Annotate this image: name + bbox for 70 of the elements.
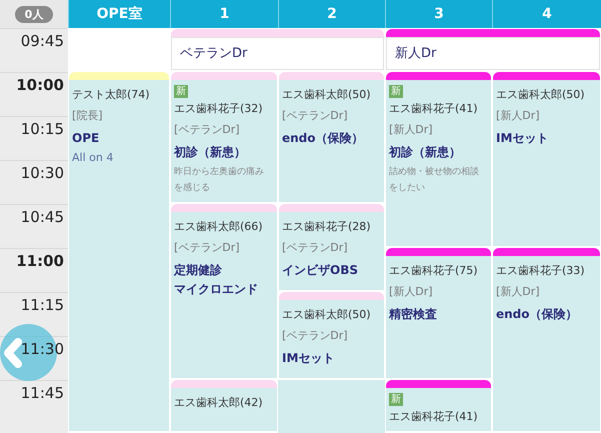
- appointment-card[interactable]: エス歯科太郎(50) [新人Dr] IMセット: [493, 80, 600, 246]
- patient-name: エス歯科花子(32): [174, 101, 263, 117]
- doctor-name: ベテランDr: [180, 44, 248, 63]
- appointment-card[interactable]: エス歯科花子(33) [新人Dr] endo（保険）: [493, 256, 600, 431]
- doctor-label: [新人Dr]: [389, 284, 433, 300]
- appointment-card[interactable]: エス歯科太郎(50) [ベテランDr] endo（保険）: [279, 80, 384, 202]
- patient-name: エス歯科花子(75): [389, 263, 478, 279]
- appointment-card[interactable]: エス歯科花子(28) [ベテランDr] インビザOBS: [279, 212, 384, 290]
- doctor-label: [新人Dr]: [496, 284, 540, 300]
- staff-count-pill: 0人: [14, 6, 54, 22]
- new-badge: 新: [389, 85, 403, 98]
- appointment-card[interactable]: 新 エス歯科花子(41): [386, 388, 491, 431]
- new-badge: 新: [389, 393, 403, 406]
- chevron-left-icon: [4, 338, 22, 368]
- time-label: 10:30: [20, 163, 64, 184]
- doctor-label: [新人Dr]: [496, 108, 540, 124]
- time-label: 11:45: [20, 383, 64, 404]
- patient-name: エス歯科花子(41): [389, 409, 478, 425]
- time-label: 11:15: [20, 295, 64, 316]
- patient-name: エス歯科花子(33): [496, 263, 585, 279]
- treatment-label: OPE: [72, 130, 100, 147]
- memo-text: 昨日から左奥歯の痛みを感じる: [174, 166, 265, 195]
- treatment-label: 精密検査: [389, 306, 437, 323]
- appointment-card[interactable]: エス歯科太郎(66) [ベテランDr] 定期健診 マイクロエンド: [171, 212, 277, 378]
- appointment-card[interactable]: エス歯科太郎(42): [171, 388, 277, 431]
- doctor-label: [ベテランDr]: [174, 122, 240, 138]
- treatment-label: 定期健診: [174, 262, 222, 279]
- appointment-card[interactable]: 新 エス歯科花子(41) [新人Dr] 初診（新患） 詰め物・被せ物の相談をしたい: [386, 80, 491, 246]
- column-header: 3: [385, 0, 492, 28]
- time-label: 10:45: [20, 207, 64, 228]
- appointment-card[interactable]: エス歯科太郎(50) [ベテランDr] IMセット: [279, 300, 384, 378]
- patient-name: エス歯科花子(41): [389, 101, 478, 117]
- column-header: OPE室: [68, 0, 170, 28]
- doctor-label: [ベテランDr]: [282, 328, 348, 344]
- doctor-name: 新人Dr: [395, 44, 436, 63]
- treatment-label: 初診（新患）: [174, 144, 246, 161]
- new-badge: 新: [174, 85, 188, 98]
- doctor-label: [ベテランDr]: [282, 108, 348, 124]
- treatment-label: endo（保険）: [282, 130, 364, 147]
- treatment-label: IMセット: [496, 130, 548, 147]
- patient-name: エス歯科太郎(50): [282, 87, 371, 103]
- treatment-label: インビザOBS: [282, 262, 358, 279]
- appointment-card[interactable]: テスト太郎(74) [院長] OPE All on 4: [69, 80, 169, 431]
- patient-name: エス歯科太郎(42): [174, 395, 263, 411]
- time-label: 10:15: [20, 119, 64, 140]
- doctor-label: [ベテランDr]: [174, 240, 240, 256]
- treatment-label: IMセット: [282, 350, 334, 367]
- doctor-label: [ベテランDr]: [282, 240, 348, 256]
- time-label: 10:00: [16, 75, 64, 96]
- appointment-card[interactable]: 新 エス歯科花子(32) [ベテランDr] 初診（新患） 昨日から左奥歯の痛みを感じる: [171, 80, 277, 202]
- column-header: 4: [492, 0, 601, 28]
- treatment-label: endo（保険）: [496, 306, 578, 323]
- treatment-label: マイクロエンド: [174, 281, 258, 298]
- patient-name: エス歯科花子(28): [282, 219, 371, 235]
- patient-name: テスト太郎(74): [72, 87, 150, 103]
- doctor-label: [新人Dr]: [389, 122, 433, 138]
- doctor-block[interactable]: 新人Dr: [386, 37, 600, 70]
- time-label: 11:00: [16, 251, 64, 272]
- doctor-label: [院長]: [72, 108, 103, 124]
- patient-name: エス歯科太郎(50): [282, 307, 371, 323]
- memo-text: 詰め物・被せ物の相談をしたい: [389, 166, 480, 195]
- patient-name: エス歯科太郎(66): [174, 219, 263, 235]
- column-header: 2: [278, 0, 385, 28]
- memo-text: All on 4: [72, 150, 114, 166]
- column-header: 1: [170, 0, 278, 28]
- time-label: 09:45: [20, 31, 64, 52]
- appointment-card[interactable]: エス歯科花子(75) [新人Dr] 精密検査: [386, 256, 491, 378]
- patient-name: エス歯科太郎(50): [496, 87, 585, 103]
- doctor-block[interactable]: ベテランDr: [171, 37, 384, 70]
- treatment-label: 初診（新患）: [389, 144, 461, 161]
